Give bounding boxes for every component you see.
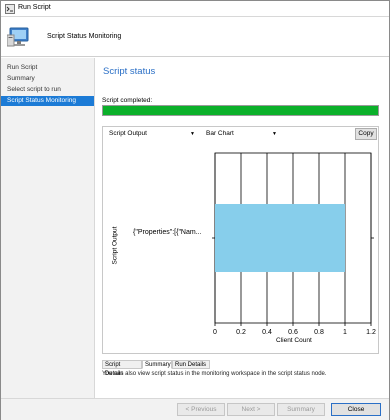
run-script-window: Run Script Script Status Monitoring Run … xyxy=(0,0,390,420)
header-title: Script Status Monitoring xyxy=(47,33,122,40)
progress-bar xyxy=(102,105,379,116)
copy-button[interactable]: Copy xyxy=(355,128,377,140)
wizard-header: Script Status Monitoring xyxy=(1,18,389,57)
sidebar-item-summary[interactable]: Summary xyxy=(1,74,94,84)
completed-label: Script completed: xyxy=(102,97,153,104)
tab-run-details[interactable]: Run Details xyxy=(172,360,210,369)
info-text: You can also view script status in the m… xyxy=(102,371,327,377)
sidebar-item-select-script[interactable]: Select script to run xyxy=(1,85,94,95)
x-tick-label: 1 xyxy=(343,329,347,336)
bar-chart: Script Output {"Properties":[{"Nam... 00… xyxy=(103,141,378,354)
chart-type-select[interactable]: Bar Chart ▼ xyxy=(201,128,281,140)
x-tick-label: 0.6 xyxy=(288,329,298,336)
script-app-icon xyxy=(5,4,15,14)
chart-bar xyxy=(215,204,345,272)
tab-summary[interactable]: Summary xyxy=(142,360,172,369)
x-tick-label: 0.8 xyxy=(314,329,324,336)
window-title: Run Script xyxy=(18,4,51,11)
x-tick-label: 1.2 xyxy=(366,329,376,336)
chart-type-select-value: Bar Chart xyxy=(206,130,234,137)
x-tick-label: 0.2 xyxy=(236,329,246,336)
x-tick-label: 0.4 xyxy=(262,329,272,336)
wizard-footer: < Previous Next > Summary Close xyxy=(1,398,389,420)
previous-button[interactable]: < Previous xyxy=(177,403,225,416)
title-bar: Run Script xyxy=(1,1,389,17)
x-axis-label: Client Count xyxy=(276,337,312,344)
progress-fill xyxy=(103,106,378,115)
wizard-sidebar: Run Script Summary Select script to run … xyxy=(1,58,95,420)
summary-button[interactable]: Summary xyxy=(277,403,325,416)
chevron-down-icon: ▼ xyxy=(190,131,195,137)
close-button[interactable]: Close xyxy=(331,403,381,416)
main-content: Script status Script completed: Script O… xyxy=(96,58,389,398)
chevron-down-icon: ▼ xyxy=(272,131,277,137)
chart-canvas: 0 0.2 0.4 0.6 0.8 1 1.2 xyxy=(212,152,376,336)
sidebar-item-script-status-monitoring[interactable]: Script Status Monitoring xyxy=(1,96,94,106)
tab-script-details[interactable]: Script Details xyxy=(102,360,142,377)
page-title: Script status xyxy=(103,66,156,77)
output-select-value: Script Output xyxy=(109,130,147,137)
x-tick-label: 0 xyxy=(213,329,217,336)
output-panel: Script Output ▼ Bar Chart ▼ Copy Script … xyxy=(102,126,379,354)
output-select[interactable]: Script Output ▼ xyxy=(104,128,199,140)
sidebar-item-run-script[interactable]: Run Script xyxy=(1,63,94,73)
next-button[interactable]: Next > xyxy=(227,403,275,416)
computer-monitor-icon xyxy=(7,27,29,47)
